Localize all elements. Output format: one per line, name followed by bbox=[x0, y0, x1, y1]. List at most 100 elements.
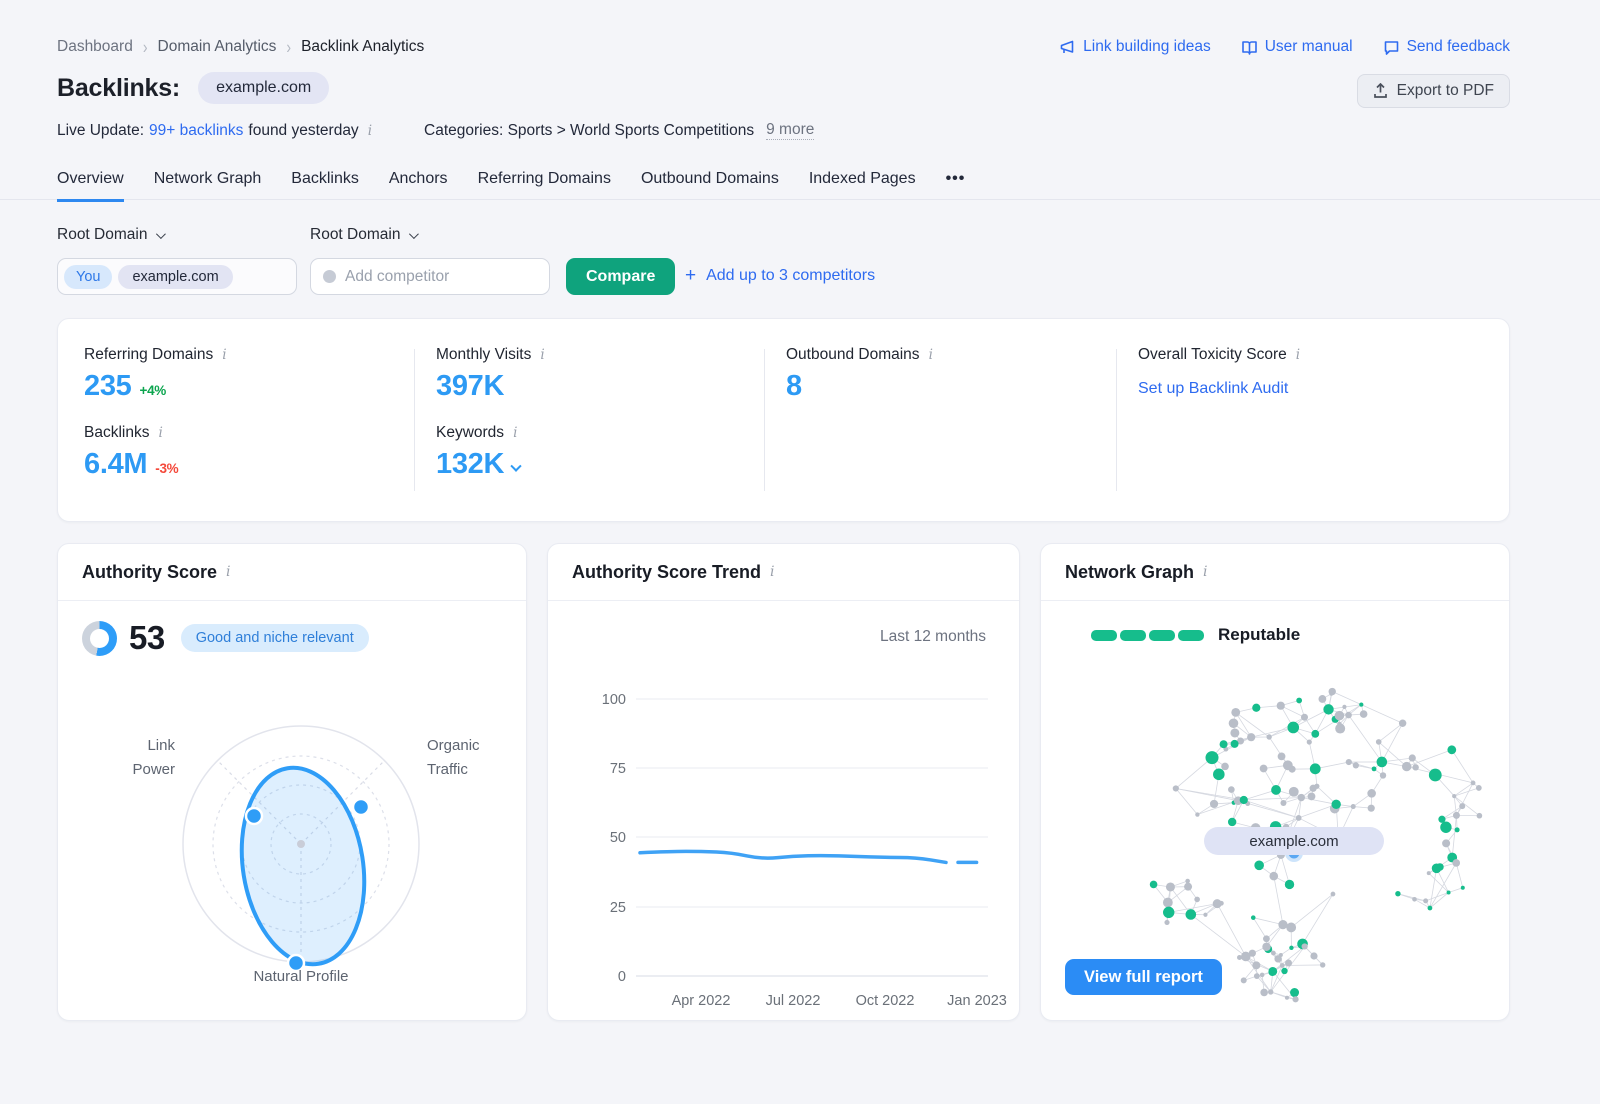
y-tick: 75 bbox=[610, 761, 626, 777]
network-title: Network Graph bbox=[1065, 562, 1194, 583]
x-tick: Oct 2022 bbox=[856, 993, 915, 1009]
radar-label-natural-profile: Natural Profile bbox=[253, 968, 348, 985]
x-tick: Jan 2023 bbox=[947, 993, 1007, 1009]
summary-metrics-card: Referring Domainsi 235 +4% Backlinksi 6.… bbox=[57, 318, 1510, 522]
radar-label-power: Power bbox=[132, 761, 175, 778]
user-manual-link[interactable]: User manual bbox=[1241, 38, 1353, 56]
export-icon bbox=[1373, 83, 1388, 99]
live-update-suffix: found yesterday bbox=[248, 122, 358, 140]
info-icon[interactable]: i bbox=[226, 564, 230, 580]
root-domain-dropdown-1[interactable]: Root Domain bbox=[57, 226, 163, 244]
breadcrumb-separator-icon: › bbox=[286, 37, 291, 58]
keywords-value: 132K bbox=[436, 448, 545, 481]
new-backlinks-link[interactable]: 99+ backlinks bbox=[149, 122, 243, 140]
categories-more-link[interactable]: 9 more bbox=[766, 121, 814, 140]
backlinks-value: 6.4M -3% bbox=[84, 448, 227, 481]
y-tick: 50 bbox=[610, 830, 626, 846]
radar-label-organic: Organic bbox=[427, 737, 480, 754]
categories-text: Categories: Sports > World Sports Compet… bbox=[424, 122, 754, 140]
add-competitors-link[interactable]: + Add up to 3 competitors bbox=[685, 265, 875, 287]
link-building-ideas-link[interactable]: Link building ideas bbox=[1059, 38, 1211, 56]
divider bbox=[414, 349, 415, 491]
outbound-domains-value: 8 bbox=[786, 370, 933, 403]
metrics-col-4: Overall Toxicity Scorei Set up Backlink … bbox=[1138, 319, 1300, 398]
authority-score-card: Authority Score i 53 Good and niche rele… bbox=[57, 543, 527, 1021]
y-tick: 25 bbox=[610, 900, 626, 916]
breadcrumb-dashboard[interactable]: Dashboard bbox=[57, 38, 133, 56]
keywords-label: Keywordsi bbox=[436, 424, 545, 442]
authority-score-header: Authority Score i bbox=[58, 544, 526, 601]
backlinks-label: Backlinksi bbox=[84, 424, 227, 442]
live-update-row: Live Update: 99+ backlinks found yesterd… bbox=[57, 121, 814, 140]
info-icon[interactable]: i bbox=[513, 425, 517, 441]
info-icon[interactable]: i bbox=[158, 425, 162, 441]
referring-domains-label: Referring Domainsi bbox=[84, 346, 227, 364]
backlinks-delta: -3% bbox=[155, 461, 178, 476]
trend-header: Authority Score Trend i bbox=[548, 544, 1019, 601]
tab-anchors[interactable]: Anchors bbox=[389, 170, 448, 202]
x-tick: Apr 2022 bbox=[672, 993, 731, 1009]
info-icon[interactable]: i bbox=[222, 347, 226, 363]
authority-profile-radar-chart: Link Power Organic Traffic Natural Profi… bbox=[58, 601, 528, 1022]
info-icon[interactable]: i bbox=[1203, 564, 1207, 580]
keywords-expand-chevron-icon[interactable] bbox=[510, 461, 521, 472]
megaphone-icon bbox=[1059, 39, 1076, 56]
divider bbox=[1116, 349, 1117, 491]
referring-domains-delta: +4% bbox=[140, 383, 167, 398]
tab-outbound-domains[interactable]: Outbound Domains bbox=[641, 170, 779, 202]
radar-point-organic-traffic bbox=[353, 799, 369, 815]
info-icon[interactable]: i bbox=[1296, 347, 1300, 363]
info-icon[interactable]: i bbox=[540, 347, 544, 363]
metrics-col-2: Monthly Visitsi 397K Keywordsi 132K bbox=[436, 319, 545, 481]
plus-icon: + bbox=[685, 265, 696, 287]
trend-period-label: Last 12 months bbox=[880, 628, 986, 645]
breadcrumb: Dashboard › Domain Analytics › Backlink … bbox=[57, 38, 424, 56]
you-domain-field: You example.com bbox=[57, 258, 297, 295]
toxicity-setup: Set up Backlink Audit bbox=[1138, 380, 1300, 398]
tab-backlinks[interactable]: Backlinks bbox=[291, 170, 359, 202]
chevron-down-icon bbox=[156, 229, 166, 239]
analyzed-domain-chip: example.com bbox=[198, 72, 329, 104]
add-competitor-input[interactable] bbox=[345, 268, 515, 286]
view-full-report-button[interactable]: View full report bbox=[1065, 959, 1222, 995]
network-header: Network Graph i bbox=[1041, 544, 1509, 601]
tabs-overflow-button[interactable]: ••• bbox=[946, 170, 966, 202]
you-chip: You bbox=[64, 265, 112, 289]
add-competitor-field bbox=[310, 258, 550, 295]
info-icon[interactable]: i bbox=[770, 564, 774, 580]
monthly-visits-value: 397K bbox=[436, 370, 545, 403]
export-to-pdf-button[interactable]: Export to PDF bbox=[1357, 74, 1510, 108]
send-feedback-link[interactable]: Send feedback bbox=[1383, 38, 1510, 56]
header-links: Link building ideas User manual Send fee… bbox=[1059, 38, 1510, 56]
breadcrumb-separator-icon: › bbox=[143, 37, 148, 58]
tab-network-graph[interactable]: Network Graph bbox=[154, 170, 262, 202]
compare-button[interactable]: Compare bbox=[566, 258, 675, 295]
trend-title: Authority Score Trend bbox=[572, 562, 761, 583]
y-tick: 0 bbox=[618, 969, 626, 985]
referring-domains-value: 235 +4% bbox=[84, 370, 227, 403]
metrics-col-1: Referring Domainsi 235 +4% Backlinksi 6.… bbox=[84, 319, 227, 481]
tab-referring-domains[interactable]: Referring Domains bbox=[478, 170, 611, 202]
report-tabs: Overview Network Graph Backlinks Anchors… bbox=[57, 170, 965, 202]
tab-indexed-pages[interactable]: Indexed Pages bbox=[809, 170, 916, 202]
tab-overview[interactable]: Overview bbox=[57, 170, 124, 202]
metrics-col-3: Outbound Domainsi 8 bbox=[786, 319, 933, 403]
live-update-label: Live Update: bbox=[57, 122, 144, 140]
breadcrumb-domain-analytics[interactable]: Domain Analytics bbox=[158, 38, 277, 56]
info-icon[interactable]: i bbox=[368, 123, 372, 139]
authority-score-trend-chart: Last 12 months 100 75 50 25 0 Apr 2022 J… bbox=[548, 601, 1021, 1022]
divider bbox=[764, 349, 765, 491]
radar-label-traffic: Traffic bbox=[427, 761, 468, 778]
network-graph-card: Network Graph i Reputable example.com Vi… bbox=[1040, 543, 1510, 1021]
network-domain-pill: example.com bbox=[1204, 827, 1384, 855]
book-icon bbox=[1241, 39, 1258, 56]
root-domain-dropdown-2[interactable]: Root Domain bbox=[310, 226, 416, 244]
outbound-domains-label: Outbound Domainsi bbox=[786, 346, 933, 364]
your-domain-chip: example.com bbox=[118, 265, 232, 289]
title-row: Backlinks: example.com bbox=[57, 72, 329, 104]
y-tick: 100 bbox=[602, 692, 626, 708]
setup-backlink-audit-link[interactable]: Set up Backlink Audit bbox=[1138, 380, 1288, 397]
authority-score-title: Authority Score bbox=[82, 562, 217, 583]
page-title: Backlinks: bbox=[57, 74, 180, 103]
info-icon[interactable]: i bbox=[929, 347, 933, 363]
